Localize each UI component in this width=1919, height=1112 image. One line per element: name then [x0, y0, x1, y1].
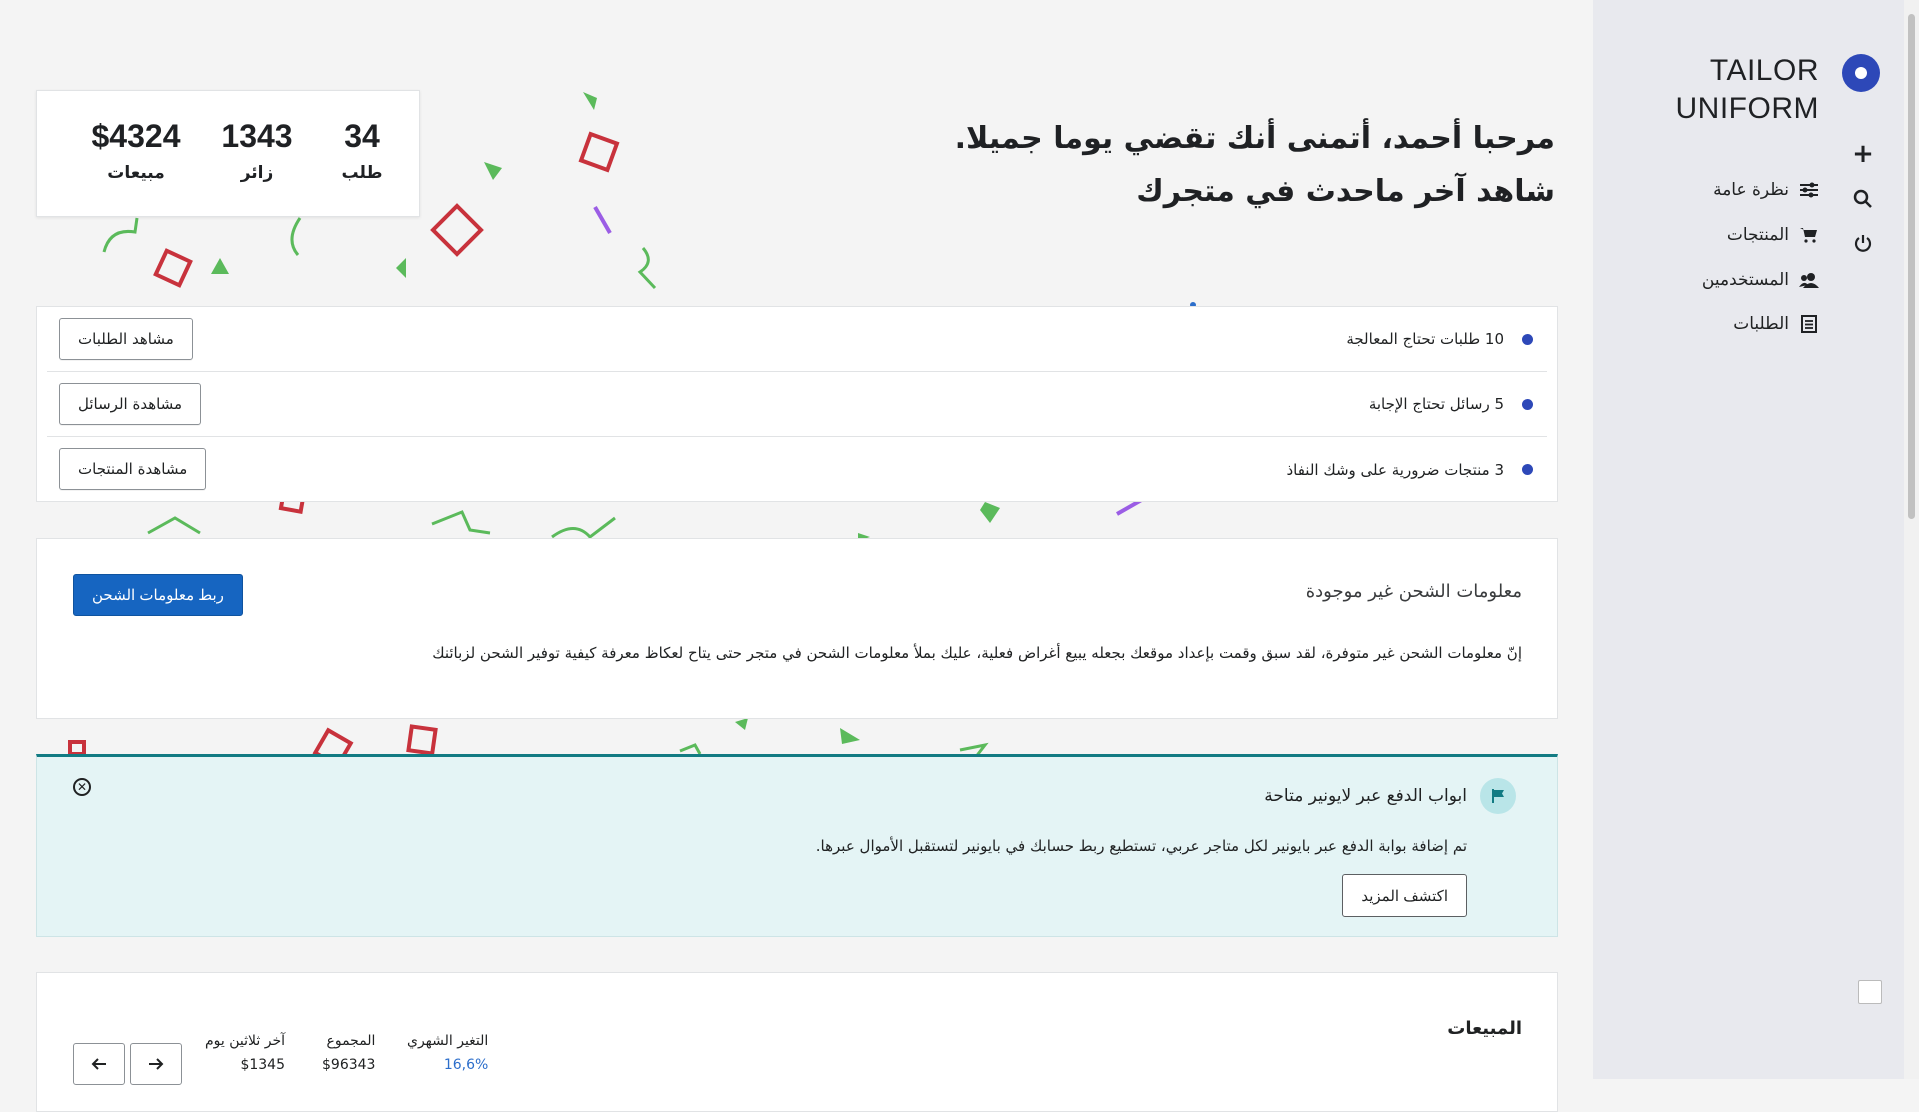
users-icon	[1799, 270, 1819, 290]
shipping-description: إنّ معلومات الشحن غير متوفرة، لقد سبق وق…	[432, 644, 1522, 662]
task-text: 3 منتجات ضرورية على وشك النفاذ	[1286, 460, 1504, 479]
brand-name[interactable]: TAILOR UNIFORM	[1676, 52, 1819, 128]
brand-line-2: UNIFORM	[1675, 92, 1819, 125]
shipping-title: معلومات الشحن غير موجودة	[1305, 581, 1522, 602]
stat-sales-value: $4324	[91, 118, 181, 154]
sidebar-item-orders[interactable]: الطلبات	[1733, 311, 1819, 337]
payoneer-banner: ابواب الدفع عبر لايونير متاحة تم إضافة ب…	[36, 754, 1558, 937]
broken-image-icon	[1858, 980, 1882, 1004]
view-orders-button[interactable]: مشاهد الطلبات	[59, 318, 193, 360]
metric-label: التغير الشهري	[407, 1033, 489, 1049]
sales-card: المبيعات التغير الشهري 16,6% المجموع $96…	[36, 972, 1558, 1112]
plus-icon[interactable]: +	[1848, 139, 1878, 169]
stat-visitors: 1343 زائر	[212, 118, 302, 183]
metric-value: $1345	[240, 1057, 285, 1073]
stat-orders-label: طلب	[341, 163, 383, 183]
cart-icon	[1799, 225, 1819, 245]
power-icon[interactable]	[1848, 228, 1878, 258]
stat-orders-value: 34	[344, 118, 380, 154]
task-row: 3 منتجات ضرورية على وشك النفاذ مشاهدة ال…	[47, 437, 1547, 502]
bullet-dot-icon	[1522, 333, 1533, 345]
greeting-line-2: شاهد آخر ماحدث في متجرك	[1136, 174, 1555, 209]
view-messages-button[interactable]: مشاهدة الرسائل	[59, 383, 202, 425]
brand-line-1: TAILOR	[1709, 54, 1819, 87]
task-text: 10 طلبات تحتاج المعالجة	[1346, 330, 1504, 348]
brand-logo-icon[interactable]	[1842, 54, 1880, 92]
close-icon[interactable]: ✕	[73, 778, 91, 796]
sidebar-item-overview[interactable]: نظرة عامة	[1713, 177, 1819, 203]
list-icon	[1799, 314, 1819, 334]
greeting-line-1: مرحبا أحمد، أتمنى أنك تقضي يوما جميلا.	[954, 121, 1555, 156]
metric-value: $96343	[322, 1057, 376, 1073]
flag-icon	[1480, 778, 1516, 814]
stat-orders: 34 طلب	[327, 118, 397, 183]
sidebar-item-label: الطلبات	[1733, 314, 1789, 334]
bullet-dot-icon	[1522, 464, 1533, 475]
banner-description: تم إضافة بوابة الدفع عبر بايونير لكل متا…	[815, 837, 1467, 855]
task-row: 10 طلبات تحتاج المعالجة مشاهد الطلبات	[47, 307, 1547, 372]
arrow-left-icon	[91, 1058, 106, 1070]
sidebar-item-label: نظرة عامة	[1713, 180, 1789, 200]
stats-card: 34 طلب 1343 زائر $4324 مبيعات	[36, 90, 420, 217]
sidebar-item-users[interactable]: المستخدمين	[1702, 267, 1819, 293]
learn-more-button[interactable]: اكتشف المزيد	[1342, 874, 1467, 917]
greeting-heading: مرحبا أحمد، أتمنى أنك تقضي يوما جميلا. ش…	[955, 112, 1555, 218]
sidebar-item-products[interactable]: المنتجات	[1727, 222, 1819, 248]
task-text: 5 رسائل تحتاج الإجابة	[1368, 395, 1504, 413]
sidebar-item-label: المستخدمين	[1701, 270, 1789, 290]
tasks-card: 10 طلبات تحتاج المعالجة مشاهد الطلبات 5 …	[36, 306, 1558, 502]
shipping-card: معلومات الشحن غير موجودة ربط معلومات الش…	[36, 538, 1558, 719]
stat-sales: $4324 مبيعات	[81, 118, 191, 183]
metric-value: 16,6%	[443, 1057, 489, 1073]
scrollbar-thumb[interactable]	[1908, 14, 1915, 519]
metric-last-30-days: آخر ثلاثين يوم $1345	[205, 1033, 285, 1073]
connect-shipping-button[interactable]: ربط معلومات الشحن	[73, 574, 243, 616]
metric-monthly-change: التغير الشهري 16,6%	[407, 1033, 488, 1073]
metric-label: آخر ثلاثين يوم	[205, 1033, 285, 1049]
sidebar-item-label: المنتجات	[1726, 225, 1789, 245]
metric-label: المجموع	[326, 1033, 376, 1049]
sales-title: المبيعات	[1447, 1018, 1522, 1039]
banner-title: ابواب الدفع عبر لايونير متاحة	[1264, 786, 1467, 806]
view-products-button[interactable]: مشاهدة المنتجات	[59, 448, 207, 490]
search-icon[interactable]	[1848, 184, 1878, 214]
stat-visitors-label: زائر	[240, 163, 274, 183]
stat-sales-label: مبيعات	[107, 163, 165, 183]
stat-visitors-value: 1343	[221, 118, 293, 154]
metric-total: المجموع $96343	[322, 1033, 375, 1073]
sliders-icon	[1799, 180, 1819, 200]
bullet-dot-icon	[1522, 398, 1533, 410]
arrow-right-icon	[149, 1058, 164, 1070]
task-row: 5 رسائل تحتاج الإجابة مشاهدة الرسائل	[47, 372, 1547, 437]
page-scrollbar[interactable]	[1904, 0, 1919, 1079]
